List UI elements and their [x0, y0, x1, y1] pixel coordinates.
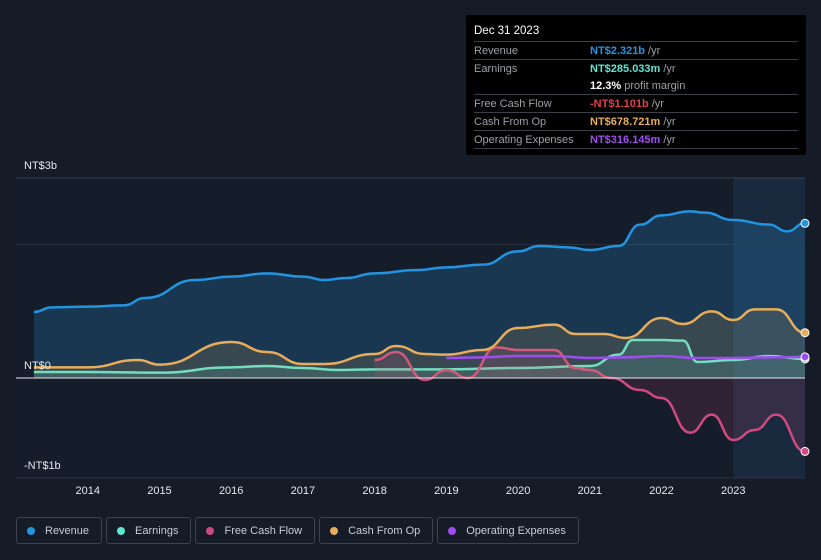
tooltip-value: -NT$1.101b [590, 97, 649, 110]
x-tick-label: 2016 [219, 485, 243, 497]
legend-label: Earnings [135, 524, 179, 537]
x-tick-label: 2019 [434, 485, 458, 497]
tooltip-date: Dec 31 2023 [474, 23, 798, 42]
y-tick-label: NT$0 [24, 360, 51, 372]
legend-item-revenue[interactable]: Revenue [16, 517, 103, 544]
tooltip: Dec 31 2023 Revenue NT$2.321b/yr Earnings N… [466, 15, 806, 155]
free-cash-flow-end-point[interactable] [800, 446, 810, 456]
legend-label: Operating Expenses [466, 524, 566, 537]
legend-dot-icon [330, 526, 339, 535]
revenue-end-point[interactable] [800, 218, 810, 228]
tooltip-row: Cash From Op NT$678.721m/yr [474, 113, 798, 131]
legend-item-cash-from-op[interactable]: Cash From Op [319, 517, 434, 544]
y-tick-label: -NT$1b [24, 460, 61, 472]
legend-item-earnings[interactable]: Earnings [106, 517, 192, 544]
legend-dot-icon [117, 526, 126, 535]
tooltip-unit: /yr [663, 115, 676, 128]
x-tick-label: 2014 [75, 485, 99, 497]
x-tick-label: 2017 [291, 485, 315, 497]
x-tick-label: 2022 [649, 485, 673, 497]
tooltip-unit: /yr [651, 97, 664, 110]
tooltip-label: Free Cash Flow [474, 97, 552, 110]
legend-dot-icon [27, 526, 35, 535]
tooltip-unit: /yr [663, 62, 676, 75]
tooltip-value: NT$678.721m [590, 115, 661, 128]
tooltip-row: Operating Expenses NT$316.145m/yr [474, 131, 798, 149]
tooltip-label: Earnings [474, 62, 518, 75]
tooltip-row: Earnings NT$285.033m/yr [474, 60, 798, 77]
tooltip-label: Cash From Op [474, 115, 547, 128]
tooltip-unit: profit margin [624, 79, 686, 92]
legend-label: Revenue [45, 524, 90, 537]
legend: Revenue Earnings Free Cash Flow Cash From O… [16, 517, 579, 544]
tooltip-unit: /yr [648, 44, 661, 57]
legend-dot-icon [448, 526, 457, 535]
y-tick-label: NT$3b [24, 160, 58, 172]
x-tick-label: 2018 [362, 485, 386, 497]
tooltip-unit: /yr [663, 133, 676, 146]
tooltip-value: 12.3% [590, 79, 622, 92]
tooltip-row: Free Cash Flow -NT$1.101b/yr [474, 95, 798, 113]
legend-label: Free Cash Flow [224, 524, 303, 537]
tooltip-value: NT$285.033m [590, 62, 661, 75]
x-tick-label: 2015 [147, 485, 171, 497]
operating-expenses-end-point[interactable] [800, 352, 810, 362]
x-tick-label: 2020 [506, 485, 530, 497]
x-tick-label: 2021 [578, 485, 602, 497]
legend-label: Cash From Op [348, 524, 421, 537]
tooltip-row: Revenue NT$2.321b/yr [474, 42, 798, 60]
tooltip-value: NT$2.321b [590, 44, 646, 57]
tooltip-label: Operating Expenses [474, 133, 574, 146]
legend-item-free-cash-flow[interactable]: Free Cash Flow [195, 517, 316, 544]
cash-from-op-end-point[interactable] [800, 328, 810, 338]
tooltip-value: NT$316.145m [590, 133, 661, 146]
tooltip-label: Revenue [474, 44, 519, 57]
legend-item-operating-expenses[interactable]: Operating Expenses [437, 517, 579, 544]
tooltip-row: 12.3% profit margin [474, 77, 798, 95]
x-tick-label: 2023 [721, 485, 745, 497]
legend-dot-icon [206, 526, 215, 535]
